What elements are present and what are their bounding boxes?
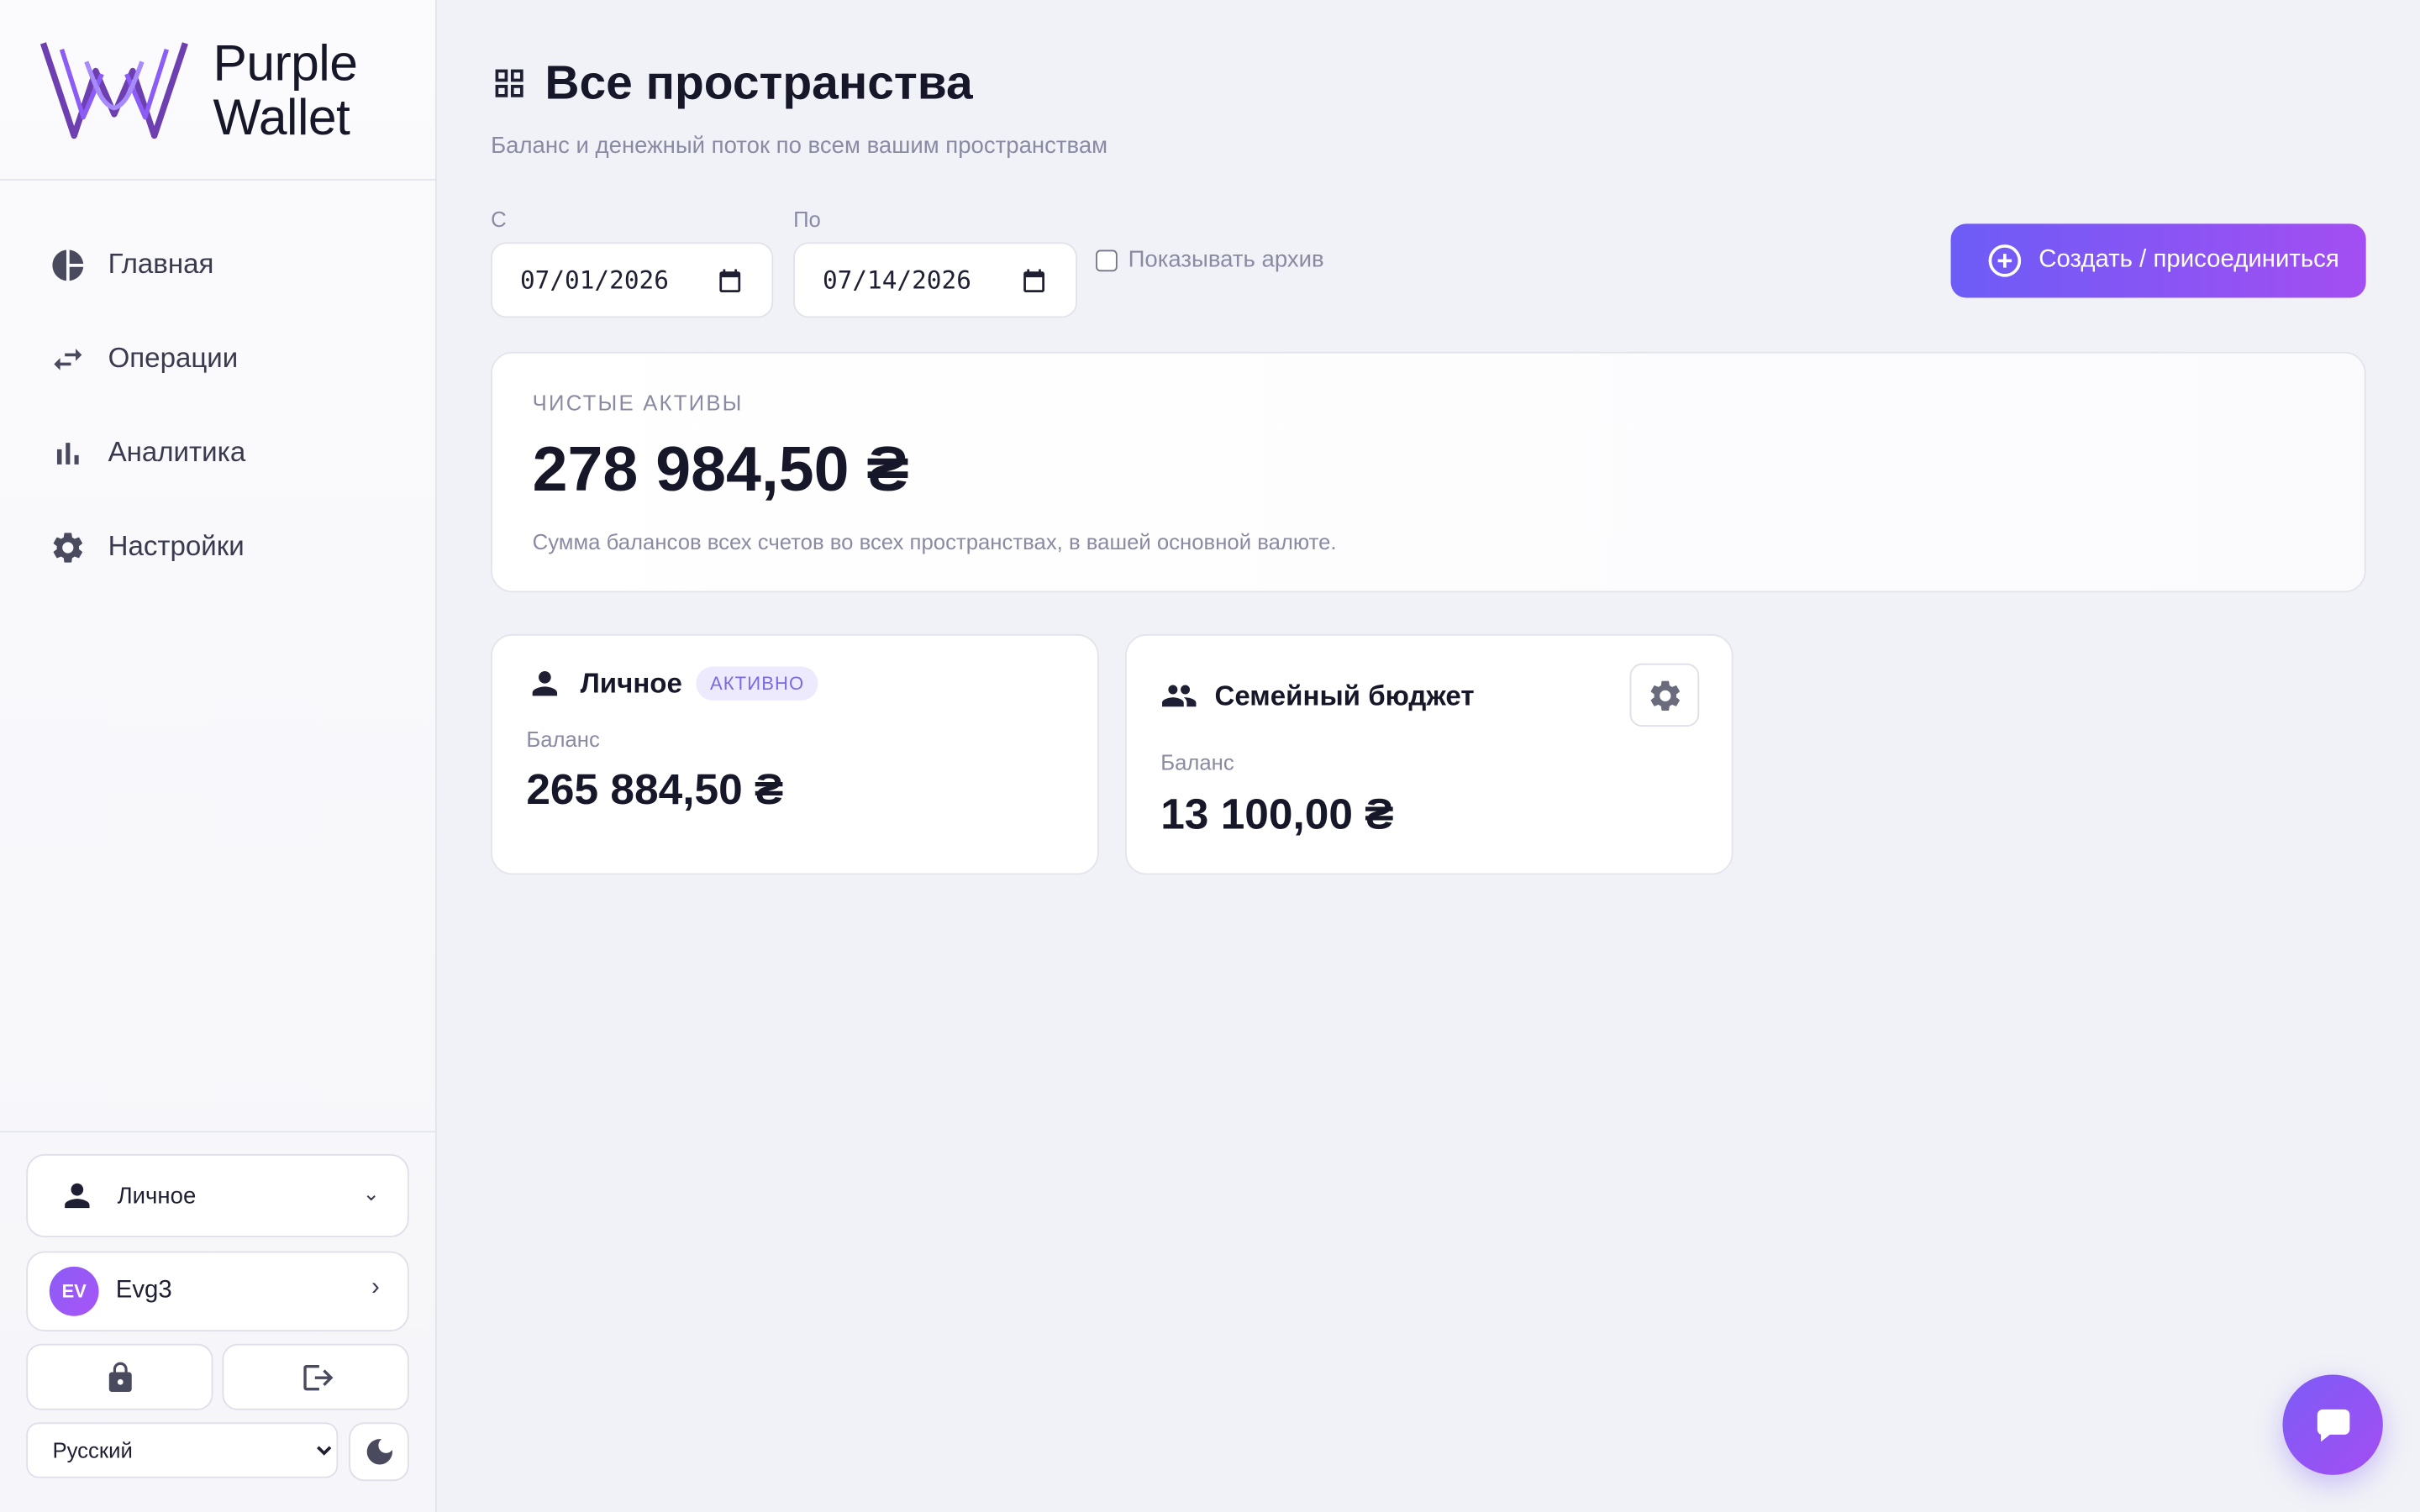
language-select[interactable]: Русский <box>26 1422 339 1478</box>
net-assets-card: ЧИСТЫЕ АКТИВЫ 278 984,50 ₴ Сумма балансо… <box>491 351 2366 593</box>
avatar: EV <box>49 1266 99 1316</box>
balance-value: 13 100,00 ₴ <box>1160 790 1394 838</box>
person-icon <box>532 670 558 696</box>
net-assets-description: Сумма балансов всех счетов во всех прост… <box>532 528 1337 554</box>
nav-item-analytics[interactable]: Аналитика <box>0 406 435 500</box>
group-icon <box>1162 685 1197 707</box>
main-nav: Главная Операции Аналитика Настройки <box>0 218 435 594</box>
page-title: Все пространства <box>544 55 973 110</box>
net-assets-label: ЧИСТЫЕ АКТИВЫ <box>532 390 744 416</box>
sidebar: Purple Wallet Главная Операции Аналитика… <box>0 0 437 1512</box>
brand-name-line2: Wallet <box>213 87 350 145</box>
nav-item-label: Настройки <box>108 530 245 562</box>
space-card-header: Личное АКТИВНО <box>526 665 818 702</box>
date-from-input[interactable]: 07/01/2026 <box>491 242 774 318</box>
gear-icon <box>53 532 82 562</box>
sidebar-footer: Личное ⌄ EV Evg3 › Русский <box>0 1131 437 1512</box>
user-name: Evg3 <box>115 1277 172 1305</box>
show-archive-checkbox[interactable] <box>1096 249 1118 271</box>
gear-icon <box>1649 680 1680 711</box>
chat-button[interactable] <box>2282 1374 2383 1475</box>
moon-icon <box>366 1439 392 1465</box>
calendar-icon[interactable] <box>1020 267 1048 295</box>
user-profile[interactable]: EV Evg3 › <box>26 1251 409 1332</box>
date-to-input[interactable]: 07/14/2026 <box>793 242 1078 318</box>
balance-value: 265 884,50 ₴ <box>526 765 784 813</box>
space-switcher[interactable]: Личное ⌄ <box>26 1153 409 1238</box>
create-join-button[interactable]: Создать / присоединиться <box>1950 223 2366 298</box>
lock-icon <box>108 1361 131 1392</box>
page-header: Все пространства <box>491 55 973 111</box>
nav-item-operations[interactable]: Операции <box>0 312 435 406</box>
chevron-down-icon: ⌄ <box>362 1181 380 1205</box>
theme-toggle-button[interactable] <box>349 1422 409 1482</box>
main-content: Все пространства Баланс и денежный поток… <box>437 0 2420 1512</box>
nav-item-label: Операции <box>108 342 239 374</box>
nav-item-label: Аналитика <box>108 436 246 468</box>
balance-label: Баланс <box>1160 749 1234 775</box>
space-settings-button[interactable] <box>1629 663 1700 727</box>
date-from-value: 07/01/2026 <box>519 265 669 295</box>
grid-icon <box>495 69 523 97</box>
space-switcher-label: Личное <box>117 1182 197 1210</box>
bar-chart-icon <box>56 442 79 464</box>
create-join-label: Создать / присоединиться <box>2039 246 2339 274</box>
logout-icon <box>302 1364 333 1390</box>
space-card-title: Личное <box>580 667 682 699</box>
logout-button[interactable] <box>222 1343 409 1410</box>
nav-item-settings[interactable]: Настройки <box>0 500 435 594</box>
date-from-label: С <box>491 207 507 232</box>
nav-item-label: Главная <box>108 248 214 280</box>
nav-item-home[interactable]: Главная <box>0 218 435 312</box>
chat-icon <box>2316 1408 2349 1441</box>
plus-circle-icon <box>1988 244 2022 277</box>
space-card-title: Семейный бюджет <box>1214 680 1475 711</box>
purple-wallet-logo <box>39 42 188 139</box>
show-archive-toggle[interactable]: Показывать архив <box>1096 247 1324 273</box>
swap-arrows-icon <box>54 348 82 370</box>
space-card-family[interactable]: Семейный бюджет Баланс 13 100,00 ₴ <box>1124 633 1733 875</box>
date-to-label: По <box>793 207 821 232</box>
pie-chart-icon <box>52 249 84 281</box>
chevron-right-icon: › <box>371 1274 380 1301</box>
space-card-header: Семейный бюджет <box>1160 677 1475 714</box>
status-badge: АКТИВНО <box>696 666 818 701</box>
page-subtitle: Баланс и денежный поток по всем вашим пр… <box>491 132 1108 160</box>
brand-name: Purple Wallet <box>213 35 357 144</box>
space-card-personal[interactable]: Личное АКТИВНО Баланс 265 884,50 ₴ <box>491 633 1099 875</box>
brand-name-line1: Purple <box>213 34 358 92</box>
net-assets-value: 278 984,50 ₴ <box>532 433 909 505</box>
calendar-icon[interactable] <box>716 267 744 295</box>
balance-label: Баланс <box>526 727 600 752</box>
show-archive-label: Показывать архив <box>1128 246 1324 274</box>
brand-header[interactable]: Purple Wallet <box>0 0 435 181</box>
lock-button[interactable] <box>26 1343 213 1410</box>
date-to-value: 07/14/2026 <box>822 265 971 295</box>
person-icon <box>65 1183 90 1209</box>
